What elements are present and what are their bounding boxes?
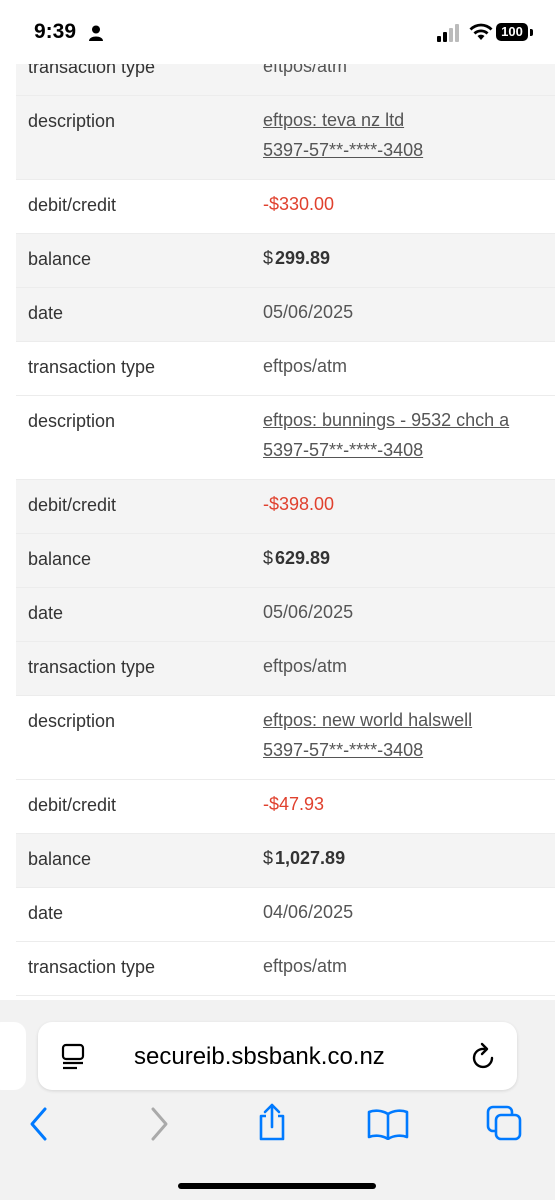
browser-toolbar [0,1100,555,1150]
transaction-table: transaction type eftpos/atm description eft… [16,42,555,1000]
balance-amount: 1,027.89 [275,848,346,868]
row-label: description [28,711,116,731]
description-link[interactable]: eftpos: teva nz ltd 5397-57**-****-3408 [263,90,423,165]
table-row: date 05/06/2025 [16,288,555,342]
currency-symbol: $ [263,248,274,268]
reload-icon[interactable] [470,1041,498,1071]
forward-icon[interactable] [148,1106,170,1142]
debit-amount: -$47.93 [263,794,325,814]
debit-amount: -$398.00 [263,494,335,514]
card-number-text[interactable]: 5397-57**-****-3408 [263,735,472,765]
card-number-text[interactable]: 5397-57**-****-3408 [263,435,509,465]
home-indicator [178,1183,376,1189]
description-text[interactable]: eftpos: teva nz ltd [263,105,423,135]
wifi-icon [469,23,493,40]
description-link[interactable]: eftpos: new world halswell 5397-57**-****… [263,690,472,765]
description-text[interactable]: eftpos: bunnings - 9532 chch a [263,405,509,435]
table-row: description eftpos: teva nz ltd 5397-57**-… [16,96,555,180]
table-row: balance $629.89 [16,534,555,588]
row-label: balance [28,249,92,269]
table-row: transaction type eftpos/atm [16,642,555,696]
table-row: balance $299.89 [16,234,555,288]
reader-mode-icon[interactable] [60,1043,86,1071]
row-value: 05/06/2025 [263,302,354,322]
debit-amount: -$330.00 [263,194,335,214]
bookmarks-icon[interactable] [367,1108,409,1140]
table-row: transaction type eftpos/atm [16,342,555,396]
person-icon [89,25,103,41]
balance-value: $1,027.89 [263,828,345,873]
row-label: transaction type [28,957,156,977]
table-row: debit/credit -$330.00 [16,180,555,234]
row-label: debit/credit [28,795,117,815]
browser-bottom-bar: secureib.sbsbank.co.nz [0,1000,555,1200]
balance-value: $299.89 [263,228,330,273]
row-label: date [28,303,64,323]
row-label: balance [28,849,92,869]
description-link[interactable]: eftpos: bunnings - 9532 chch a 5397-57**-… [263,390,509,465]
share-icon[interactable] [256,1102,288,1142]
cellular-signal-icon [437,24,459,42]
table-row: description eftpos: new world halswell 539… [16,696,555,780]
table-row: date 05/06/2025 [16,588,555,642]
table-row: transaction type eftpos/atm [16,942,555,996]
balance-value: $629.89 [263,528,330,573]
status-time: 9:39 [34,20,77,43]
row-label: debit/credit [28,195,117,215]
row-label: balance [28,549,92,569]
row-label: debit/credit [28,495,117,515]
table-row: debit/credit -$398.00 [16,480,555,534]
row-value: eftpos/atm [263,656,348,676]
row-value: eftpos/atm [263,356,348,376]
row-value: 05/06/2025 [263,602,354,622]
url-text[interactable]: secureib.sbsbank.co.nz [134,1043,385,1071]
row-label: transaction type [28,357,156,377]
row-label: transaction type [28,657,156,677]
battery-tip [530,29,533,36]
row-label: date [28,603,64,623]
balance-amount: 629.89 [275,548,331,568]
address-bar[interactable]: secureib.sbsbank.co.nz [38,1022,517,1090]
row-value: 04/06/2025 [263,902,354,922]
table-row: debit/credit -$47.93 [16,780,555,834]
row-label: date [28,903,64,923]
row-value: eftpos/atm [263,956,348,976]
row-label: description [28,411,116,431]
balance-amount: 299.89 [275,248,331,268]
previous-tab-card[interactable] [0,1022,26,1090]
description-text[interactable]: eftpos: new world halswell [263,705,472,735]
row-label: description [28,111,116,131]
table-row: description eftpos: bunnings - 9532 chch … [16,396,555,480]
battery-icon: 100 [496,23,528,41]
tabs-icon[interactable] [485,1104,523,1142]
table-row: date 04/06/2025 [16,888,555,942]
status-bar: 9:39 100 [0,0,555,64]
card-number-text[interactable]: 5397-57**-****-3408 [263,135,423,165]
table-row: balance $1,027.89 [16,834,555,888]
currency-symbol: $ [263,548,274,568]
back-icon[interactable] [28,1106,50,1142]
currency-symbol: $ [263,848,274,868]
